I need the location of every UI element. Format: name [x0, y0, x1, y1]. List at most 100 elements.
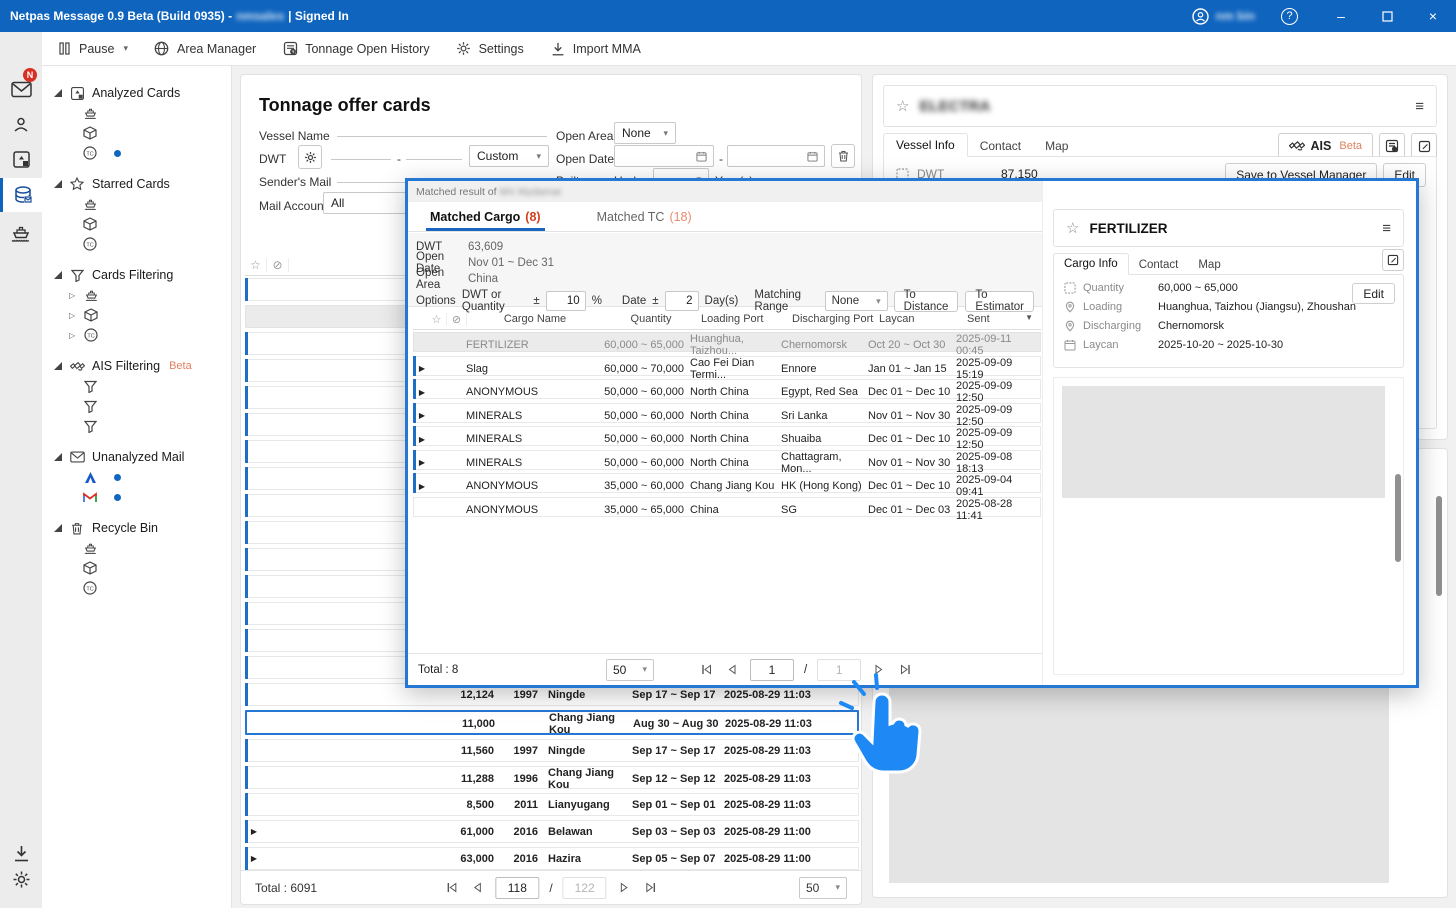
star-column-icon[interactable]: ☆ — [245, 258, 267, 272]
tree-item[interactable] — [42, 558, 227, 578]
matched-cargo-row[interactable]: ▶ MINERALS 50,000 ~ 60,000 North China S… — [413, 426, 1041, 446]
date-tolerance-input[interactable] — [665, 291, 699, 311]
menu-icon[interactable]: ≡ — [1382, 220, 1391, 237]
quantity-column[interactable]: Quantity — [603, 313, 699, 325]
open-area-select[interactable]: None▾ — [614, 122, 676, 144]
matched-cargo-row[interactable]: ▶ Slag 60,000 ~ 70,000 Cao Fei Dian Term… — [413, 356, 1041, 376]
matched-cargo-row[interactable]: ▶ MINERALS 50,000 ~ 60,000 North China S… — [413, 403, 1041, 423]
tree-item[interactable] — [42, 416, 227, 436]
loading-port-column[interactable]: Loading Port — [699, 313, 790, 325]
tree-section-header[interactable]: AIS Filtering Beta — [42, 356, 231, 376]
expand-arrow-icon[interactable]: ▶ — [246, 854, 262, 863]
star-icon[interactable]: ☆ — [896, 97, 909, 115]
table-row[interactable]: 11,560 1997 Ningde Sep 17 ~ Sep 17 2025-… — [245, 739, 859, 762]
tree-section-header[interactable]: Analyzed Cards — [42, 83, 231, 103]
page-input[interactable] — [495, 877, 539, 899]
expand-arrow-icon[interactable]: ▶ — [414, 458, 430, 467]
sort-icon[interactable]: ▼ — [1025, 313, 1033, 322]
next-page-icon[interactable] — [871, 662, 887, 678]
tree-item[interactable] — [42, 396, 227, 416]
sent-column[interactable]: Sent▼ — [965, 313, 1041, 325]
table-row[interactable]: ▶ 63,000 2016 Hazira Sep 05 ~ Sep 07 202… — [245, 847, 859, 870]
account-menu[interactable]: nm bin — [1192, 8, 1255, 25]
tab-vessel-info[interactable]: Vessel Info — [883, 133, 968, 157]
tree-item[interactable] — [42, 123, 227, 143]
table-row[interactable]: ▶ 61,000 2016 Belawan Sep 03 ~ Sep 03 20… — [245, 820, 859, 843]
discharging-port-column[interactable]: Discharging Port — [790, 313, 877, 325]
expand-arrow-icon[interactable]: ▶ — [414, 364, 430, 373]
block-column-icon[interactable]: ⊘ — [267, 258, 289, 272]
tab-contact[interactable]: Contact — [1129, 255, 1189, 275]
tree-item[interactable]: ▷ — [42, 305, 227, 325]
open-date-clear-icon[interactable] — [831, 144, 855, 168]
ship-nav-icon[interactable] — [0, 218, 42, 248]
prev-page-icon[interactable] — [724, 662, 740, 678]
last-page-icon[interactable] — [643, 880, 659, 896]
message-scrollbar[interactable] — [1436, 496, 1442, 596]
maximize-button[interactable] — [1364, 0, 1410, 32]
tree-section-header[interactable]: Unanalyzed Mail — [42, 447, 231, 467]
tree-item[interactable] — [42, 487, 227, 507]
mail-nav-icon[interactable]: N — [0, 74, 42, 104]
dwt-max-input[interactable] — [406, 140, 462, 160]
matched-cargo-row[interactable]: ▶ ANONYMOUS 50,000 ~ 60,000 North China … — [413, 379, 1041, 399]
tree-item[interactable]: TC — [42, 143, 227, 163]
expand-arrow-icon[interactable]: ▶ — [414, 482, 430, 491]
tree-item[interactable]: ▷ — [42, 285, 227, 305]
contacts-nav-icon[interactable] — [0, 110, 42, 140]
tree-item[interactable]: TC — [42, 234, 227, 254]
settings-rail-icon[interactable] — [0, 864, 42, 894]
tab-contact[interactable]: Contact — [968, 135, 1033, 157]
edit-cargo-button[interactable]: Edit — [1352, 283, 1395, 304]
tab-cargo-info[interactable]: Cargo Info — [1053, 253, 1129, 275]
minimize-button[interactable]: – — [1318, 0, 1364, 32]
tree-item[interactable] — [42, 194, 227, 214]
dwt-settings-icon[interactable] — [298, 145, 322, 169]
toolbar-button[interactable]: Tonnage Open History — [282, 41, 429, 57]
star-icon[interactable]: ☆ — [1066, 219, 1079, 237]
matched-cargo-row[interactable]: ▶ ANONYMOUS 35,000 ~ 60,000 Chang Jiang … — [413, 473, 1041, 493]
tree-item[interactable]: ▷ TC — [42, 325, 227, 345]
tab-matched-cargo[interactable]: Matched Cargo(8) — [430, 202, 541, 231]
laycan-column[interactable]: Laycan — [877, 313, 965, 325]
expand-arrow-icon[interactable]: ▶ — [414, 411, 430, 420]
tab-map[interactable]: Map — [1188, 255, 1230, 275]
cargo-name-column[interactable]: Cargo Name — [467, 313, 603, 325]
dwt-min-input[interactable] — [331, 140, 391, 160]
tree-section-header[interactable]: Recycle Bin — [42, 518, 231, 538]
menu-icon[interactable]: ≡ — [1415, 98, 1424, 115]
tree-item[interactable] — [42, 376, 227, 396]
expand-arrow-icon[interactable]: ▶ — [246, 827, 262, 836]
open-date-from-input[interactable] — [614, 145, 714, 167]
open-date-to-input[interactable] — [727, 145, 825, 167]
analyzed-cards-nav-icon[interactable] — [0, 178, 42, 212]
vessel-name-input[interactable] — [337, 117, 547, 137]
first-page-icon[interactable] — [698, 662, 714, 678]
tab-matched-tc[interactable]: Matched TC(18) — [597, 202, 692, 231]
mail-scrollbar[interactable] — [1395, 474, 1401, 562]
tree-item[interactable] — [42, 214, 227, 234]
toolbar-button[interactable]: Pause ▾ — [56, 41, 128, 57]
tab-map[interactable]: Map — [1033, 135, 1080, 157]
tree-section-header[interactable]: Starred Cards — [42, 174, 231, 194]
page-size-select[interactable]: 50▾ — [799, 877, 847, 899]
page-input[interactable] — [750, 659, 794, 681]
edit-note-icon[interactable] — [1382, 249, 1404, 271]
last-page-icon[interactable] — [897, 662, 913, 678]
matched-cargo-row[interactable]: FERTILIZER 60,000 ~ 65,000 Huanghua, Tai… — [413, 332, 1041, 352]
table-row[interactable]: 8,500 2011 Lianyugang Sep 01 ~ Sep 01 20… — [245, 793, 859, 816]
block-column-icon[interactable]: ⊘ — [447, 313, 467, 326]
toolbar-button[interactable]: Import MMA — [550, 41, 641, 57]
matching-range-select[interactable]: None▾ — [825, 291, 888, 311]
toolbar-button[interactable]: Settings — [456, 41, 524, 57]
tree-item[interactable]: TC — [42, 578, 227, 598]
tree-item[interactable] — [42, 538, 227, 558]
matched-cargo-row[interactable]: ANONYMOUS 35,000 ~ 65,000 China SG Dec 0… — [413, 497, 1041, 517]
page-size-select[interactable]: 50▾ — [606, 659, 654, 681]
prev-page-icon[interactable] — [469, 880, 485, 896]
first-page-icon[interactable] — [443, 880, 459, 896]
cards-nav-icon[interactable] — [0, 144, 42, 174]
expand-arrow-icon[interactable]: ▶ — [414, 435, 430, 444]
matched-cargo-row[interactable]: ▶ MINERALS 50,000 ~ 60,000 North China C… — [413, 450, 1041, 470]
star-column-icon[interactable]: ☆ — [427, 313, 447, 326]
